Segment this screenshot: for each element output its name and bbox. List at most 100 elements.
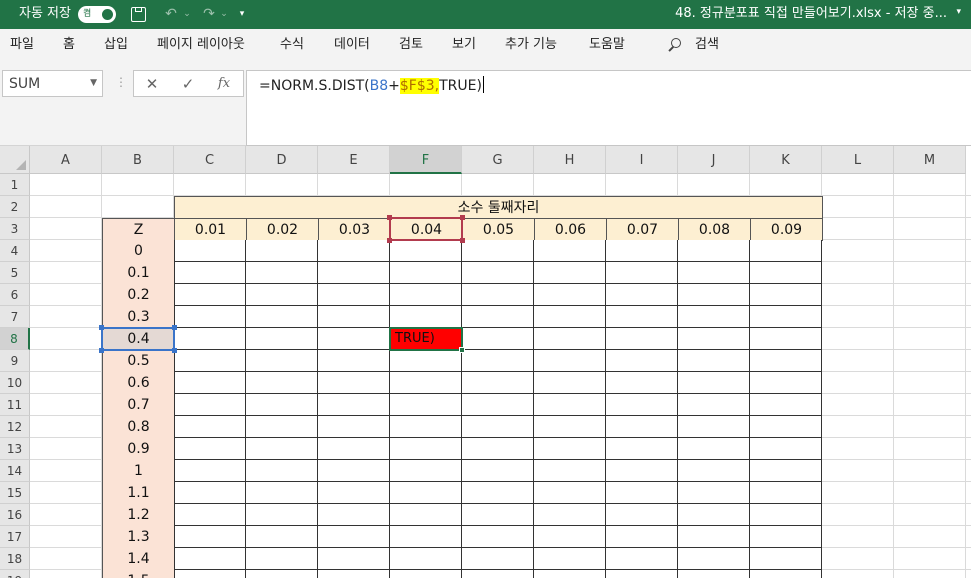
table-cell[interactable]: [606, 438, 678, 460]
tab-review[interactable]: 검토: [399, 37, 423, 53]
table-cell[interactable]: [390, 372, 462, 394]
decimal-header-cell[interactable]: 0.06: [534, 218, 607, 241]
z-value-cell[interactable]: 1: [102, 460, 175, 483]
decimal-header-cell[interactable]: 0.07: [606, 218, 679, 241]
select-all-button[interactable]: [0, 146, 30, 174]
editing-cell[interactable]: TRUE): [391, 329, 461, 349]
table-cell[interactable]: [390, 504, 462, 526]
tab-view[interactable]: 보기: [452, 37, 476, 53]
table-cell[interactable]: [606, 394, 678, 416]
table-cell[interactable]: [678, 350, 750, 372]
decimal-header-cell[interactable]: 0.08: [678, 218, 751, 241]
column-header-l[interactable]: L: [822, 146, 894, 174]
table-cell[interactable]: [462, 460, 534, 482]
table-cell[interactable]: [606, 262, 678, 284]
insert-function-icon[interactable]: fx: [212, 74, 236, 94]
z-value-cell[interactable]: 0.3: [102, 306, 175, 329]
table-cell[interactable]: [462, 416, 534, 438]
column-header-d[interactable]: D: [246, 146, 318, 174]
table-cell[interactable]: [678, 284, 750, 306]
table-cell[interactable]: [750, 328, 822, 350]
table-cell[interactable]: [534, 284, 606, 306]
table-cell[interactable]: [462, 240, 534, 262]
tab-formulas[interactable]: 수식: [280, 37, 304, 53]
table-cell[interactable]: [750, 504, 822, 526]
table-cell[interactable]: [750, 548, 822, 570]
table-cell[interactable]: [678, 438, 750, 460]
column-header-c[interactable]: C: [174, 146, 246, 174]
table-cell[interactable]: [174, 284, 246, 306]
table-cell[interactable]: [390, 526, 462, 548]
tab-home[interactable]: 홈: [63, 37, 75, 53]
title-dropdown-icon[interactable]: ▾: [956, 7, 961, 17]
cancel-icon[interactable]: ✕: [140, 74, 164, 94]
table-cell[interactable]: [678, 482, 750, 504]
z-value-cell[interactable]: 0.4: [102, 328, 175, 351]
table-cell[interactable]: [174, 306, 246, 328]
table-cell[interactable]: [606, 416, 678, 438]
z-value-cell[interactable]: 1.1: [102, 482, 175, 505]
z-value-cell[interactable]: 1.2: [102, 504, 175, 527]
table-cell[interactable]: [750, 416, 822, 438]
table-cell[interactable]: [750, 262, 822, 284]
table-cell[interactable]: [606, 328, 678, 350]
table-cell[interactable]: [174, 416, 246, 438]
table-cell[interactable]: [462, 284, 534, 306]
table-cell[interactable]: [534, 394, 606, 416]
table-cell[interactable]: [534, 548, 606, 570]
table-cell[interactable]: [246, 328, 318, 350]
customize-qat-icon[interactable]: ▾: [236, 4, 248, 25]
worksheet-grid[interactable]: ABCDEFGHIJKLM 1 2 3 4 5 6 7 8 9 10 11 12 13 14 15 16 17 1…: [0, 146, 971, 578]
search-label[interactable]: 검색: [695, 37, 719, 53]
table-cell[interactable]: [678, 548, 750, 570]
undo-dropdown-icon[interactable]: ⌄: [182, 4, 192, 25]
column-header-g[interactable]: G: [462, 146, 534, 174]
z-value-cell[interactable]: 0: [102, 240, 175, 263]
table-cell[interactable]: [750, 460, 822, 482]
table-cell[interactable]: [678, 416, 750, 438]
table-cell[interactable]: [390, 394, 462, 416]
z-value-cell[interactable]: 0.5: [102, 350, 175, 373]
table-cell[interactable]: [678, 394, 750, 416]
redo-dropdown-icon[interactable]: ⌄: [219, 4, 229, 25]
table-cell[interactable]: [534, 482, 606, 504]
row-header-16[interactable]: 16: [0, 504, 30, 526]
decimal-header-cell[interactable]: 0.03: [318, 218, 391, 241]
table-cell[interactable]: [318, 240, 390, 262]
decimal-header-cell[interactable]: 0.04: [390, 218, 463, 241]
table-cell[interactable]: [534, 328, 606, 350]
table-cell[interactable]: [318, 460, 390, 482]
table-cell[interactable]: [390, 416, 462, 438]
table-cell[interactable]: [246, 394, 318, 416]
z-value-cell[interactable]: 1.3: [102, 526, 175, 549]
table-cell[interactable]: [390, 350, 462, 372]
table-cell[interactable]: [678, 570, 750, 578]
table-cell[interactable]: [606, 240, 678, 262]
table-cell[interactable]: [606, 548, 678, 570]
table-cell[interactable]: [678, 460, 750, 482]
tab-add-ins[interactable]: 추가 기능: [505, 37, 557, 53]
row-header-7[interactable]: 7: [0, 306, 30, 328]
table-cell[interactable]: [174, 240, 246, 262]
table-cell[interactable]: [246, 262, 318, 284]
table-cell[interactable]: [606, 526, 678, 548]
table-cell[interactable]: [174, 548, 246, 570]
table-cell[interactable]: [318, 438, 390, 460]
tab-help[interactable]: 도움말: [589, 37, 625, 53]
table-cell[interactable]: [246, 350, 318, 372]
table-cell[interactable]: [534, 526, 606, 548]
table-cell[interactable]: [534, 240, 606, 262]
undo-icon[interactable]: ↶: [160, 4, 182, 25]
table-cell[interactable]: [318, 570, 390, 578]
column-header-i[interactable]: I: [606, 146, 678, 174]
row-header-6[interactable]: 6: [0, 284, 30, 306]
table-cell[interactable]: [318, 350, 390, 372]
table-cell[interactable]: [534, 372, 606, 394]
table-cell[interactable]: [174, 438, 246, 460]
table-cell[interactable]: [750, 570, 822, 578]
table-cell[interactable]: [750, 240, 822, 262]
table-cell[interactable]: [318, 416, 390, 438]
table-cell[interactable]: [606, 504, 678, 526]
table-cell[interactable]: [606, 570, 678, 578]
table-cell[interactable]: [318, 306, 390, 328]
